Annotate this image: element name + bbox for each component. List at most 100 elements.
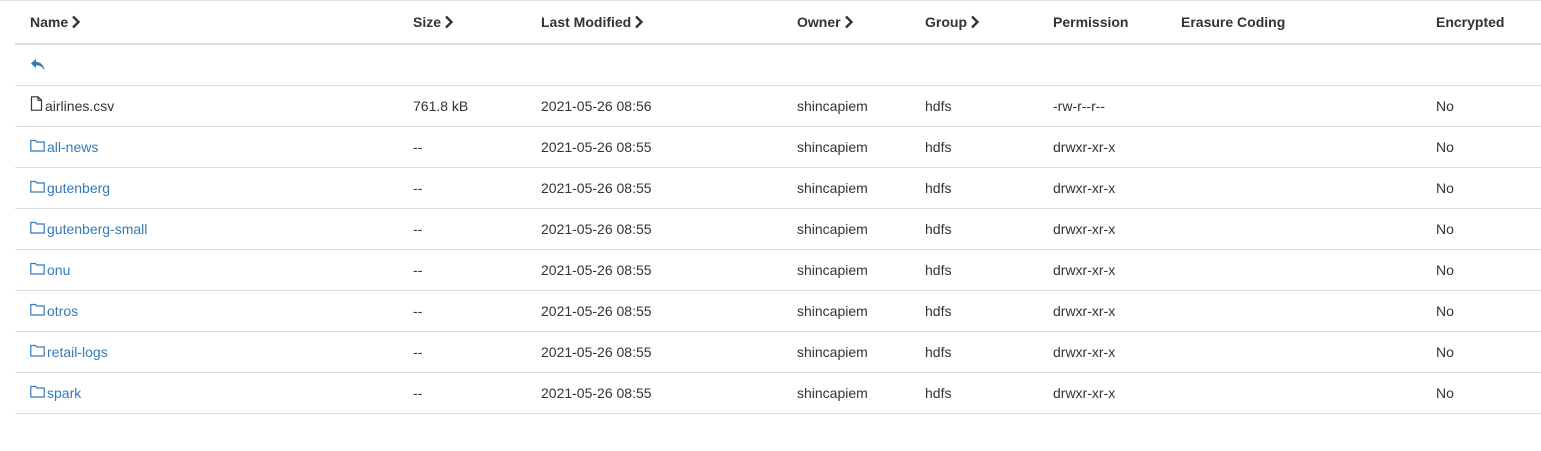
chevron-right-icon xyxy=(635,15,644,29)
size-cell: -- xyxy=(413,385,423,401)
column-header-label: Permission xyxy=(1053,14,1129,30)
folder-link[interactable]: spark xyxy=(47,385,81,401)
owner-cell: shincapiem xyxy=(797,385,868,401)
chevron-right-icon xyxy=(445,15,454,29)
table-row: gutenberg -- 2021-05-26 08:55 shincapiem… xyxy=(15,168,1541,209)
owner-cell: shincapiem xyxy=(797,180,868,196)
name-cell: gutenberg-small xyxy=(30,209,147,249)
parent-directory-row xyxy=(15,45,1541,86)
name-cell: spark xyxy=(30,373,81,413)
encrypted-cell: No xyxy=(1436,303,1454,319)
name-cell: retail-logs xyxy=(30,332,108,372)
permission-cell: drwxr-xr-x xyxy=(1053,344,1116,360)
encrypted-cell: No xyxy=(1436,139,1454,155)
permission-cell: drwxr-xr-x xyxy=(1053,139,1116,155)
table-row: all-news -- 2021-05-26 08:55 shincapiem … xyxy=(15,127,1541,168)
table-row: airlines.csv 761.8 kB 2021-05-26 08:56 s… xyxy=(15,86,1541,127)
column-header-encrypted: Encrypted xyxy=(1436,4,1504,40)
size-cell: -- xyxy=(413,139,423,155)
size-cell: -- xyxy=(413,303,423,319)
encrypted-cell: No xyxy=(1436,180,1454,196)
column-header-label: Last Modified xyxy=(541,14,632,30)
table-row: gutenberg-small -- 2021-05-26 08:55 shin… xyxy=(15,209,1541,250)
folder-icon xyxy=(30,291,45,331)
last-modified-cell: 2021-05-26 08:55 xyxy=(541,344,652,360)
column-header-label: Erasure Coding xyxy=(1181,14,1286,30)
column-header-size[interactable]: Size xyxy=(413,4,454,40)
permission-cell: drwxr-xr-x xyxy=(1053,262,1116,278)
folder-icon xyxy=(30,373,45,413)
column-header-label: Encrypted xyxy=(1436,14,1505,30)
file-browser-table: Name Size Last Modified Owner Group Perm… xyxy=(15,4,1541,414)
last-modified-cell: 2021-05-26 08:55 xyxy=(541,139,652,155)
name-cell: otros xyxy=(30,291,78,331)
folder-icon xyxy=(30,127,45,167)
folder-icon xyxy=(30,209,45,249)
table-row: otros -- 2021-05-26 08:55 shincapiem hdf… xyxy=(15,291,1541,332)
group-cell: hdfs xyxy=(925,344,952,360)
last-modified-cell: 2021-05-26 08:55 xyxy=(541,385,652,401)
size-cell: -- xyxy=(413,180,423,196)
size-cell: -- xyxy=(413,262,423,278)
last-modified-cell: 2021-05-26 08:55 xyxy=(541,180,652,196)
file-icon xyxy=(30,86,43,126)
column-header-label: Name xyxy=(30,14,69,30)
permission-cell: drwxr-xr-x xyxy=(1053,303,1116,319)
folder-link[interactable]: onu xyxy=(47,262,70,278)
parent-directory-cell xyxy=(30,45,46,85)
reply-back-icon[interactable] xyxy=(30,58,46,72)
chevron-right-icon xyxy=(72,15,81,29)
name-cell: airlines.csv xyxy=(30,86,114,126)
folder-link[interactable]: gutenberg xyxy=(47,180,110,196)
table-row: onu -- 2021-05-26 08:55 shincapiem hdfs … xyxy=(15,250,1541,291)
permission-cell: -rw-r--r-- xyxy=(1053,98,1106,114)
column-header-name[interactable]: Name xyxy=(30,4,81,40)
column-header-label: Owner xyxy=(797,14,841,30)
column-header-erasure-coding: Erasure Coding xyxy=(1181,4,1285,40)
encrypted-cell: No xyxy=(1436,98,1454,114)
column-header-label: Size xyxy=(413,14,442,30)
column-header-permission: Permission xyxy=(1053,4,1128,40)
name-cell: all-news xyxy=(30,127,98,167)
folder-icon xyxy=(30,332,45,372)
folder-link[interactable]: gutenberg-small xyxy=(47,221,147,237)
encrypted-cell: No xyxy=(1436,221,1454,237)
owner-cell: shincapiem xyxy=(797,262,868,278)
folder-icon xyxy=(30,168,45,208)
owner-cell: shincapiem xyxy=(797,303,868,319)
group-cell: hdfs xyxy=(925,180,952,196)
column-header-label: Group xyxy=(925,14,967,30)
size-cell: -- xyxy=(413,344,423,360)
last-modified-cell: 2021-05-26 08:55 xyxy=(541,262,652,278)
chevron-right-icon xyxy=(971,15,980,29)
size-cell: 761.8 kB xyxy=(413,98,469,114)
folder-link[interactable]: all-news xyxy=(47,139,98,155)
last-modified-cell: 2021-05-26 08:56 xyxy=(541,98,652,114)
name-cell: gutenberg xyxy=(30,168,110,208)
column-header-owner[interactable]: Owner xyxy=(797,4,854,40)
column-header-last-modified[interactable]: Last Modified xyxy=(541,4,644,40)
encrypted-cell: No xyxy=(1436,385,1454,401)
name-cell: onu xyxy=(30,250,70,290)
group-cell: hdfs xyxy=(925,385,952,401)
last-modified-cell: 2021-05-26 08:55 xyxy=(541,303,652,319)
owner-cell: shincapiem xyxy=(797,139,868,155)
encrypted-cell: No xyxy=(1436,344,1454,360)
folder-icon xyxy=(30,250,45,290)
last-modified-cell: 2021-05-26 08:55 xyxy=(541,221,652,237)
permission-cell: drwxr-xr-x xyxy=(1053,180,1116,196)
folder-link[interactable]: retail-logs xyxy=(47,344,108,360)
owner-cell: shincapiem xyxy=(797,221,868,237)
owner-cell: shincapiem xyxy=(797,344,868,360)
column-header-group[interactable]: Group xyxy=(925,4,980,40)
size-cell: -- xyxy=(413,221,423,237)
owner-cell: shincapiem xyxy=(797,98,868,114)
group-cell: hdfs xyxy=(925,98,952,114)
table-row: spark -- 2021-05-26 08:55 shincapiem hdf… xyxy=(15,373,1541,414)
folder-link[interactable]: otros xyxy=(47,303,78,319)
group-cell: hdfs xyxy=(925,303,952,319)
encrypted-cell: No xyxy=(1436,262,1454,278)
group-cell: hdfs xyxy=(925,221,952,237)
file-name: airlines.csv xyxy=(45,98,115,114)
permission-cell: drwxr-xr-x xyxy=(1053,385,1116,401)
